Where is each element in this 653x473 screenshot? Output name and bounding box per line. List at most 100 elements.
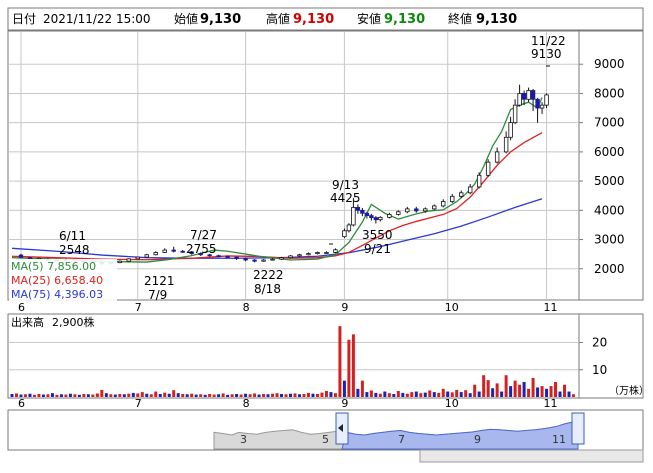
volume-bar	[419, 393, 423, 397]
volume-bar	[387, 393, 391, 397]
candle-body	[459, 192, 464, 197]
candle-body	[234, 256, 239, 259]
candle-body	[315, 252, 320, 254]
annotation-date: 9/21	[364, 242, 391, 256]
volume-bar	[271, 393, 275, 397]
volume-panel	[7, 313, 644, 399]
volume-bar	[500, 391, 504, 397]
candle-body	[526, 90, 531, 100]
price-tick-label: 6000	[594, 145, 625, 159]
volume-bar	[441, 388, 445, 397]
volume-bar	[163, 392, 167, 397]
volume-bar	[262, 394, 266, 397]
candle-body	[378, 216, 383, 221]
candle-body	[355, 207, 361, 211]
volume-bar	[59, 394, 63, 397]
volume-bar	[302, 394, 306, 397]
volume-bar	[437, 392, 441, 397]
volume-bar	[558, 391, 562, 397]
candle-body	[162, 249, 167, 253]
volume-bar	[459, 392, 463, 397]
navigator-tick-label: 5	[322, 433, 329, 446]
candle-body	[288, 255, 293, 259]
legend-ma25: MA(25) 6,658.40	[11, 274, 103, 287]
volume-bar	[118, 394, 122, 397]
volume-bar	[423, 392, 427, 397]
open-label: 始値	[174, 11, 198, 26]
candle-body	[243, 258, 248, 261]
volume-bar	[176, 393, 180, 397]
volume-bar	[482, 375, 486, 397]
volume-bar	[41, 394, 45, 397]
candle-body	[324, 252, 329, 254]
navigator-tick-label: 9	[474, 433, 481, 446]
volume-bar	[212, 394, 216, 397]
navigator-right-handle[interactable]	[571, 412, 585, 445]
annotation-date: 8/18	[254, 282, 281, 296]
volume-bar	[468, 393, 472, 397]
volume-bar	[320, 392, 324, 397]
volume-label: 出来高 2,900株	[11, 315, 95, 329]
volume-bar	[230, 394, 234, 397]
volume-bar	[68, 393, 72, 397]
volume-tick-label: 10	[592, 363, 607, 377]
volume-bar	[549, 386, 553, 397]
volume-bar	[504, 375, 508, 397]
candle-body	[517, 93, 522, 106]
price-tick-label: 4000	[594, 203, 625, 217]
candle-body	[252, 259, 257, 262]
volume-bar	[486, 380, 490, 397]
volume-bar	[513, 380, 517, 397]
annotation-value: 2222	[253, 268, 284, 282]
volume-bar	[527, 388, 531, 397]
volume-bar	[221, 393, 225, 397]
month-tick-label: 9	[341, 397, 348, 410]
candle-body	[279, 257, 284, 260]
volume-bar	[172, 390, 176, 397]
candle-body	[530, 90, 536, 100]
candle-body	[144, 254, 149, 258]
high-label: 高値	[266, 11, 290, 26]
volume-bar	[91, 394, 95, 397]
price-tick-label: 3000	[594, 233, 625, 247]
volume-bar	[73, 394, 77, 397]
volume-bar	[10, 394, 14, 397]
candle-body	[544, 94, 549, 106]
annotation-date: 7/27	[190, 228, 217, 242]
candle-body	[306, 253, 311, 256]
high-value: 9,130	[293, 12, 334, 27]
annotation-value: 4425	[330, 191, 361, 205]
volume-bar	[208, 394, 212, 397]
volume-bar	[477, 391, 481, 397]
volume-bar	[293, 393, 297, 397]
candle-body	[225, 256, 230, 258]
volume-bar	[289, 393, 293, 397]
volume-bar	[495, 383, 499, 397]
candle-body	[373, 217, 379, 221]
stock-chart-widget: 日付 2021/11/22 15:00 始値 9,130 高値 9,130 安値…	[0, 0, 653, 470]
volume-bar	[181, 394, 185, 397]
candle-body	[360, 209, 365, 214]
date-label: 日付	[12, 12, 36, 26]
volume-bar	[473, 384, 477, 397]
volume-bar	[235, 394, 239, 397]
volume-bar	[158, 394, 162, 397]
volume-bar	[536, 387, 540, 397]
volume-bar	[127, 393, 131, 397]
volume-bar	[82, 394, 86, 397]
navigator-scrollbar[interactable]	[419, 449, 644, 463]
candle-body	[216, 255, 221, 258]
volume-bar	[522, 382, 526, 397]
price-tick-label: 5000	[594, 174, 625, 188]
volume-bar	[518, 384, 522, 397]
volume-bar	[324, 391, 328, 397]
volume-bar	[383, 391, 387, 397]
volume-bar	[32, 394, 36, 397]
volume-bar	[185, 394, 189, 397]
candle-body	[508, 122, 513, 138]
volume-bar	[365, 392, 369, 397]
candle-body	[261, 259, 266, 262]
candle-body	[364, 212, 370, 216]
candle-body	[503, 136, 509, 153]
volume-bar	[64, 394, 68, 397]
